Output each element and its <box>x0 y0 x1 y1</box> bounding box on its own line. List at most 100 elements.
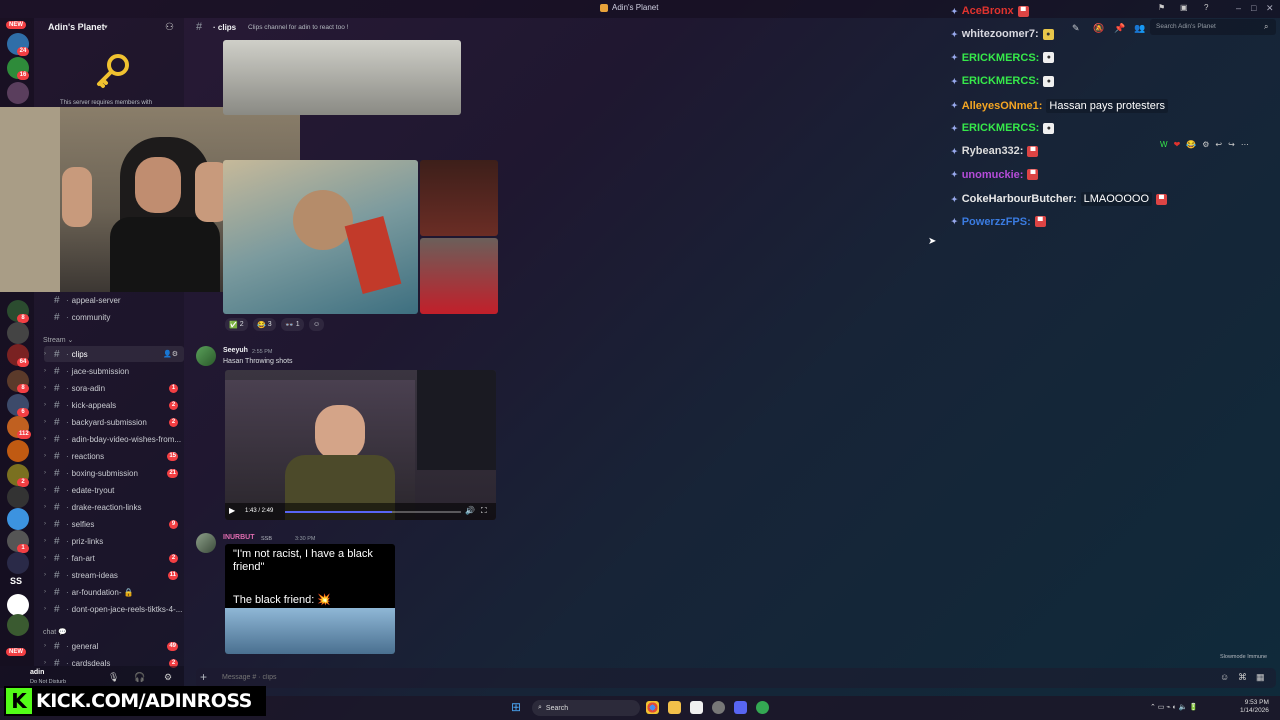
message-action-icon[interactable]: ↩ <box>1215 140 1222 149</box>
chat-username: ERICKMERCS: <box>961 122 1040 134</box>
channel-backyard-submission[interactable]: › # · backyard-submission 2 <box>44 414 184 430</box>
server-icon[interactable] <box>7 82 29 104</box>
fullscreen-icon[interactable]: ⛶ <box>481 506 487 516</box>
invite-icon[interactable]: ⚇ <box>165 22 174 33</box>
search-input[interactable]: Search Adin's Planet <box>1150 19 1276 35</box>
channel-kick-appeals[interactable]: › # · kick-appeals 2 <box>44 397 184 413</box>
message-action-icon[interactable]: W <box>1160 140 1168 149</box>
category-stream[interactable]: Stream ⌄ <box>43 336 73 344</box>
threads-icon[interactable]: ✎ <box>1072 23 1080 34</box>
image-attachment[interactable]: "I'm not racist, I have a black friend" … <box>225 544 395 654</box>
channel-community[interactable]: # · community <box>44 309 184 325</box>
video-thumbnail[interactable] <box>223 160 418 314</box>
avatar[interactable] <box>196 533 216 553</box>
server-name[interactable]: Adin's Planet <box>48 22 105 32</box>
server-icon[interactable] <box>7 508 29 530</box>
message-author[interactable]: Seeyuh <box>223 347 248 354</box>
reaction-chip[interactable]: 👓 1 <box>281 318 304 331</box>
user-name[interactable]: adin <box>30 669 44 676</box>
server-initials[interactable]: SS <box>10 576 22 586</box>
reaction-chip[interactable]: ☺ <box>309 318 325 331</box>
channel-dont-open-jace-reels-tiktks-4[interactable]: › # · dont-open-jace-reels-tiktks-4-... <box>44 601 184 617</box>
windows-start-icon[interactable]: ⊞ <box>511 700 521 714</box>
minimize-button[interactable]: – <box>1236 3 1241 13</box>
message-action-icon[interactable]: ⋯ <box>1241 140 1249 149</box>
message-author[interactable]: INURBUT <box>223 534 255 541</box>
mute-notifications-icon[interactable]: 🔕 <box>1093 23 1104 34</box>
settings-gear-icon[interactable]: ⚙ <box>164 672 172 683</box>
channel-stream-ideas[interactable]: › # · stream-ideas 11 <box>44 567 184 583</box>
taskbar-search[interactable]: ⌕ Search <box>532 700 640 716</box>
settings-gear-icon[interactable]: 👤⚙ <box>163 350 178 358</box>
server-icon[interactable] <box>7 322 29 344</box>
play-icon[interactable]: ▶ <box>229 506 235 515</box>
channel-clips[interactable]: › # · clips 👤⚙ <box>44 346 184 362</box>
gift-icon[interactable]: ⌘ <box>1238 672 1247 683</box>
screen-icon[interactable]: ▣ <box>1180 3 1188 12</box>
channel-general[interactable]: › # · general 49 <box>44 638 184 654</box>
channel-appeal-server[interactable]: # · appeal-server <box>44 292 184 308</box>
close-button[interactable]: ✕ <box>1266 3 1274 14</box>
channel-adin-bday-video-wishes-from[interactable]: › # · adin-bday-video-wishes-from... <box>44 431 184 447</box>
volume-icon[interactable]: 🔊 <box>465 506 475 515</box>
hash-icon: # <box>54 450 60 462</box>
channel-fan-art[interactable]: › # · fan-art 2 <box>44 550 184 566</box>
channel-topic: Clips channel for adin to react too ! <box>248 24 349 31</box>
image-attachment[interactable] <box>420 160 498 236</box>
chat-badges-icon: ✦ <box>951 146 958 156</box>
channel-jace-submission[interactable]: › # · jace-submission <box>44 363 184 379</box>
channel-ar-foundation[interactable]: › # · ar-foundation- 🔒 <box>44 584 184 600</box>
attach-icon[interactable]: + <box>200 670 207 684</box>
apps-icon[interactable]: ▦ <box>1256 672 1265 683</box>
avatar[interactable] <box>196 346 216 366</box>
channel-label: dont-open-jace-reels-tiktks-4-... <box>71 604 183 614</box>
member-list-icon[interactable]: 👥 <box>1134 23 1145 34</box>
image-attachment[interactable] <box>420 238 498 314</box>
chrome-icon[interactable] <box>646 701 659 714</box>
message-action-icon[interactable]: ⚙ <box>1202 140 1209 149</box>
server-icon[interactable] <box>7 594 29 616</box>
maximize-button[interactable]: □ <box>1251 3 1256 13</box>
microphone-icon[interactable]: 🎙 <box>108 672 119 683</box>
separator-dot: · <box>66 536 69 546</box>
channel-selfies[interactable]: › # · selfies 9 <box>44 516 184 532</box>
inbox-icon[interactable]: ⚑ <box>1158 3 1165 12</box>
channel-edate-tryout[interactable]: › # · edate-tryout <box>44 482 184 498</box>
message-action-icon[interactable]: ↪ <box>1228 140 1235 149</box>
video-player[interactable]: ▶ 1:43 / 2:49 🔊 ⛶ <box>225 370 496 520</box>
message-action-icon[interactable]: ❤ <box>1174 140 1181 149</box>
chevron-down-icon[interactable]: ▾ <box>104 23 108 31</box>
server-icon[interactable] <box>7 486 29 508</box>
chevron-right-icon: › <box>44 436 46 442</box>
reaction-chip[interactable]: ✅ 2 <box>225 318 248 331</box>
server-icon[interactable] <box>7 552 29 574</box>
hash-icon: # <box>54 399 60 411</box>
discord-icon[interactable] <box>734 701 747 714</box>
tray-icons[interactable]: ⌃ ▭ ⌁ ◐ 🔈 🔋 <box>1150 703 1198 711</box>
channel-drake-reaction-links[interactable]: › # · drake-reaction-links <box>44 499 184 515</box>
reaction-chip[interactable]: 😂 3 <box>253 318 276 331</box>
taskbar-clock[interactable]: 9:53 PM 1/14/2026 <box>1240 699 1269 715</box>
chat-bubble-icon: 💬 <box>58 629 67 636</box>
channel-boxing-submission[interactable]: › # · boxing-submission 21 <box>44 465 184 481</box>
obs-icon[interactable] <box>712 701 725 714</box>
channel-reactions[interactable]: › # · reactions 15 <box>44 448 184 464</box>
hash-icon: # <box>54 586 60 598</box>
chat-emote-icon: ● <box>1043 122 1055 134</box>
chat-username: Rybean332: <box>961 145 1024 158</box>
server-icon[interactable] <box>7 614 29 636</box>
help-icon[interactable]: ? <box>1204 3 1208 12</box>
message-action-icon[interactable]: 😂 <box>1186 140 1196 149</box>
store-icon[interactable] <box>690 701 703 714</box>
headset-icon[interactable]: 🎧 <box>134 672 145 683</box>
channel-sora-adin[interactable]: › # · sora-adin 1 <box>44 380 184 396</box>
server-icon[interactable] <box>7 440 29 462</box>
image-attachment[interactable] <box>223 40 461 115</box>
category-chat[interactable]: chat 💬 <box>43 628 67 636</box>
emoji-icon[interactable]: ☺ <box>1220 672 1229 682</box>
file-explorer-icon[interactable] <box>668 701 681 714</box>
message-input[interactable] <box>222 674 722 681</box>
pinned-icon[interactable]: 📌 <box>1114 23 1125 34</box>
chrome-green-icon[interactable] <box>756 701 769 714</box>
channel-priz-links[interactable]: › # · priz-links <box>44 533 184 549</box>
